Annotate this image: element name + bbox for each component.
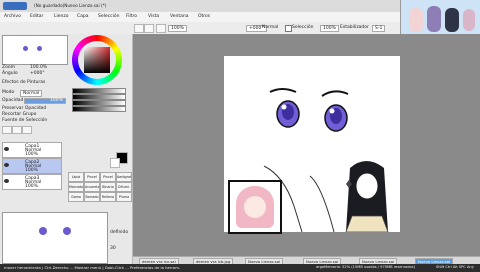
visibility-eye-icon[interactable] — [4, 179, 9, 183]
layer-opacity: 100% — [25, 168, 38, 173]
tool-marker[interactable]: Marcador — [68, 182, 84, 192]
tool-blur[interactable]: Difumi. — [116, 182, 132, 192]
character-face — [355, 172, 379, 200]
layer-opacity: 100% — [25, 152, 38, 157]
opacity-label: Opacidad — [2, 98, 24, 103]
secondary-color-swatch[interactable] — [110, 158, 120, 168]
color-wheel[interactable] — [68, 35, 126, 85]
tool-watercolor[interactable]: Acuarela — [84, 182, 100, 192]
tool-pencil[interactable]: Lápiz — [68, 172, 84, 182]
alpha-slider[interactable] — [72, 106, 126, 112]
stabilizer-label: Estabilizador — [340, 25, 369, 30]
inset-face — [244, 196, 266, 218]
selection-checkbox[interactable] — [285, 25, 292, 32]
navigator-eye-left — [23, 46, 28, 51]
layer-opacity: 100% — [25, 184, 38, 189]
menu-lienzo[interactable]: Lienzo — [52, 13, 71, 21]
status-bar: mover herramienta | Ctrl-Derecho ... Mos… — [0, 264, 480, 272]
menu-vista[interactable]: Vista — [146, 13, 161, 21]
tool-erase[interactable]: Borrado — [84, 192, 100, 202]
toolbar-zoom[interactable]: 100% — [168, 25, 187, 32]
status-hint: mover herramienta | Ctrl-Derecho ... Mos… — [4, 265, 181, 270]
window-title: (No guardado)Nuevo Lienzo.sai (*) — [34, 3, 107, 8]
inset-reference-image — [228, 180, 282, 234]
saturation-value-square[interactable] — [84, 47, 110, 73]
tool-binary[interactable]: Binario — [100, 182, 116, 192]
chibi-character-3 — [445, 8, 459, 32]
delete-layer-button[interactable] — [22, 126, 32, 134]
menu-seleccion[interactable]: Selección — [96, 13, 121, 21]
deselect-button[interactable] — [156, 24, 166, 33]
left-eyebrow — [269, 88, 297, 93]
effects-label[interactable]: Efectos de Pinturas — [2, 80, 45, 85]
mode-label: Modo — [2, 90, 15, 95]
menu-otros[interactable]: Otros — [196, 13, 212, 21]
tool-brush-2[interactable]: Pincel — [100, 172, 116, 182]
opacity-value: 100% — [50, 98, 63, 103]
selection-label: Selección — [292, 25, 314, 30]
right-eye-highlight — [329, 108, 335, 114]
left-panel: Zoom 100.0% Ángulo +000° Efectos de Pint… — [0, 34, 133, 264]
chibi-character-2 — [427, 6, 441, 32]
brush-size-label: definido — [110, 230, 129, 235]
tool-airbrush[interactable]: Aerógrafo — [116, 172, 132, 182]
menu-filtro[interactable]: Filtro — [124, 13, 139, 21]
character-collar — [345, 215, 389, 232]
menu-editar[interactable]: Editar — [28, 13, 45, 21]
chibi-character-1 — [409, 8, 423, 32]
layer-item-selected[interactable]: Capa2 Normal 100% — [2, 158, 62, 174]
check-preserve-opacity[interactable]: Preservar Opacidad — [2, 106, 46, 111]
stabilizer-select[interactable]: S-1 — [372, 25, 386, 32]
tool-pen[interactable]: Pluma — [116, 192, 132, 202]
visibility-eye-icon[interactable] — [4, 163, 9, 167]
undo-button[interactable] — [134, 24, 144, 33]
angle-label: Ángulo — [2, 71, 18, 76]
angle-value[interactable]: +000° — [30, 71, 45, 76]
new-layer-button[interactable] — [2, 126, 12, 134]
status-modifier-keys: Shift Ctrl Alt SPC Any — [436, 265, 474, 269]
zoom-label: Zoom — [2, 65, 15, 70]
mode-select[interactable]: Normal — [262, 25, 278, 30]
menu-ventana[interactable]: Ventana — [168, 13, 190, 21]
redo-button[interactable] — [144, 24, 154, 33]
mode-dropdown[interactable]: Normal — [20, 90, 43, 97]
reference-eye-right — [63, 227, 71, 235]
layer-item[interactable]: Capa3 Normal 100% — [2, 174, 62, 190]
reference-preview-image — [2, 212, 108, 264]
right-eyebrow — [321, 90, 349, 97]
drawing-canvas[interactable] — [224, 56, 400, 234]
navigator-preview[interactable] — [2, 35, 68, 65]
layer-item[interactable]: Capa1 Normal 100% — [2, 142, 62, 158]
check-clip-group[interactable]: Recortar Grupo — [2, 112, 36, 117]
tool-fill[interactable]: Relleno — [100, 192, 116, 202]
reference-eye-left — [39, 227, 47, 235]
menu-archivo[interactable]: Archivo — [2, 13, 23, 21]
new-folder-button[interactable] — [12, 126, 22, 134]
check-selection-source[interactable]: Fuente de Selección — [2, 118, 47, 123]
menu-capa[interactable]: Capa — [75, 13, 91, 21]
chibi-character-4 — [463, 9, 475, 31]
collar-line — [309, 175, 335, 232]
brush-size-value[interactable]: 30 — [110, 246, 116, 251]
app-logo — [3, 2, 27, 10]
left-eye-highlight — [281, 104, 287, 110]
tool-brush[interactable]: Pincel — [84, 172, 100, 182]
tool-eraser[interactable]: Goma — [68, 192, 84, 202]
status-memory: argaMemoria: 52% (15MB usados / 970MB re… — [316, 265, 415, 269]
zoom-value[interactable]: 100.0% — [30, 65, 47, 70]
navigator-eye-right — [37, 46, 42, 51]
visibility-eye-icon[interactable] — [4, 147, 9, 151]
selection-zoom[interactable]: 100% — [320, 25, 339, 32]
